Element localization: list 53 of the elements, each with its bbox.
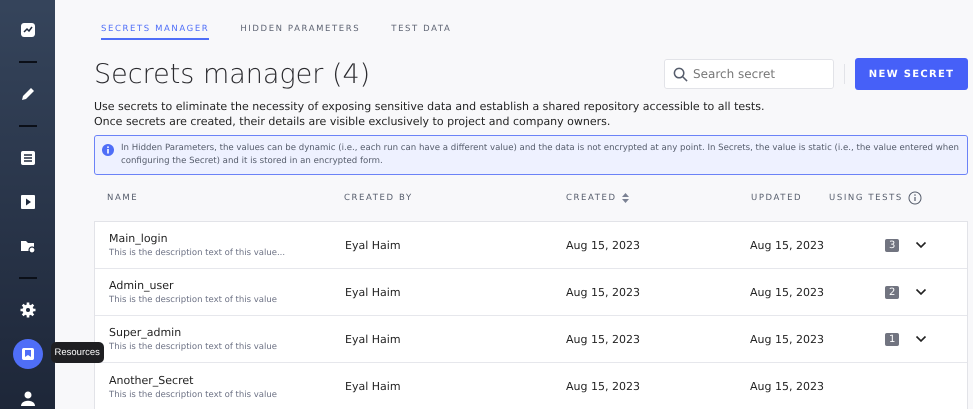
secret-description: This is the description text of this value (109, 390, 278, 400)
sort-icon[interactable] (622, 193, 629, 203)
tab[interactable]: TEST DATA (391, 24, 452, 40)
chevron-down-icon[interactable] (915, 241, 928, 249)
table-cell: Aug 15, 2023 (566, 380, 640, 393)
new-secret-button[interactable]: NEW SECRET (855, 58, 968, 90)
secret-name: Another_Secret (109, 374, 194, 386)
chart-icon (20, 22, 36, 38)
column-header: CREATED BY (344, 193, 413, 203)
column-header: NAME (107, 193, 138, 203)
test-count-badge: 2 (885, 286, 900, 298)
page-title: Secrets manager (4) (94, 58, 370, 90)
description-text: Once secrets are created, their details are visible exclusively to project and company owners. (94, 114, 612, 129)
secret-name: Admin_user (109, 279, 175, 292)
table-cell: Aug 15, 2023 (566, 238, 640, 252)
table-cell: Aug 15, 2023 (566, 286, 640, 298)
info-icon[interactable] (908, 191, 922, 205)
description-text: Use secrets to eliminate the necessity of exposing sensitive data and establish a shared repository accessible to all tests. (94, 99, 766, 114)
tab[interactable]: HIDDEN PARAMETERS (240, 24, 360, 40)
table-cell: Aug 15, 2023 (566, 332, 640, 346)
info-text: In Hidden Parameters, the values can be dynamic (i.e., each run can have a different value) and the data is not encrypted at any point. In Secrets, the value is static (i.e., the value entered when configuring the Secret) and it is stored in an encrypted form. (121, 142, 960, 168)
play-icon (20, 194, 36, 210)
table-cell: Eyal Haim (345, 238, 401, 252)
tab[interactable]: SECRETS MANAGER (101, 24, 210, 40)
info-icon (102, 144, 114, 156)
settings-icon (20, 302, 36, 318)
test-count-badge: 1 (885, 332, 900, 346)
table-cell: Eyal Haim (345, 286, 401, 298)
table-cell: Eyal Haim (345, 332, 401, 346)
column-header: UPDATED (751, 193, 802, 203)
table-cell: Aug 15, 2023 (750, 286, 824, 298)
nav-button[interactable] (12, 339, 42, 369)
chevron-down-icon[interactable] (915, 288, 928, 296)
pencil-icon (20, 86, 36, 102)
table-cell: Aug 15, 2023 (750, 238, 824, 252)
table-cell: Aug 15, 2023 (750, 380, 824, 393)
list-icon (20, 150, 36, 166)
column-header: CREATED (566, 193, 617, 203)
tooltip: Resources (50, 342, 104, 363)
table-cell: Eyal Haim (345, 380, 401, 393)
secret-description: This is the description text of this value (109, 295, 278, 305)
search-icon (673, 67, 688, 82)
bookmark-icon (20, 346, 36, 362)
test-count-badge: 3 (885, 238, 900, 252)
chevron-down-icon[interactable] (915, 335, 928, 343)
user-icon (20, 390, 36, 406)
secret-name: Main_login (109, 232, 169, 245)
search-field[interactable]: Search secret (664, 59, 834, 89)
column-header: USING TESTS (829, 193, 903, 203)
secret-description: This is the description text of this value (109, 342, 278, 352)
table-cell: Aug 15, 2023 (750, 332, 824, 346)
secret-name: Super_admin (109, 326, 182, 339)
secret-description: This is the description text of this value... (109, 248, 286, 258)
